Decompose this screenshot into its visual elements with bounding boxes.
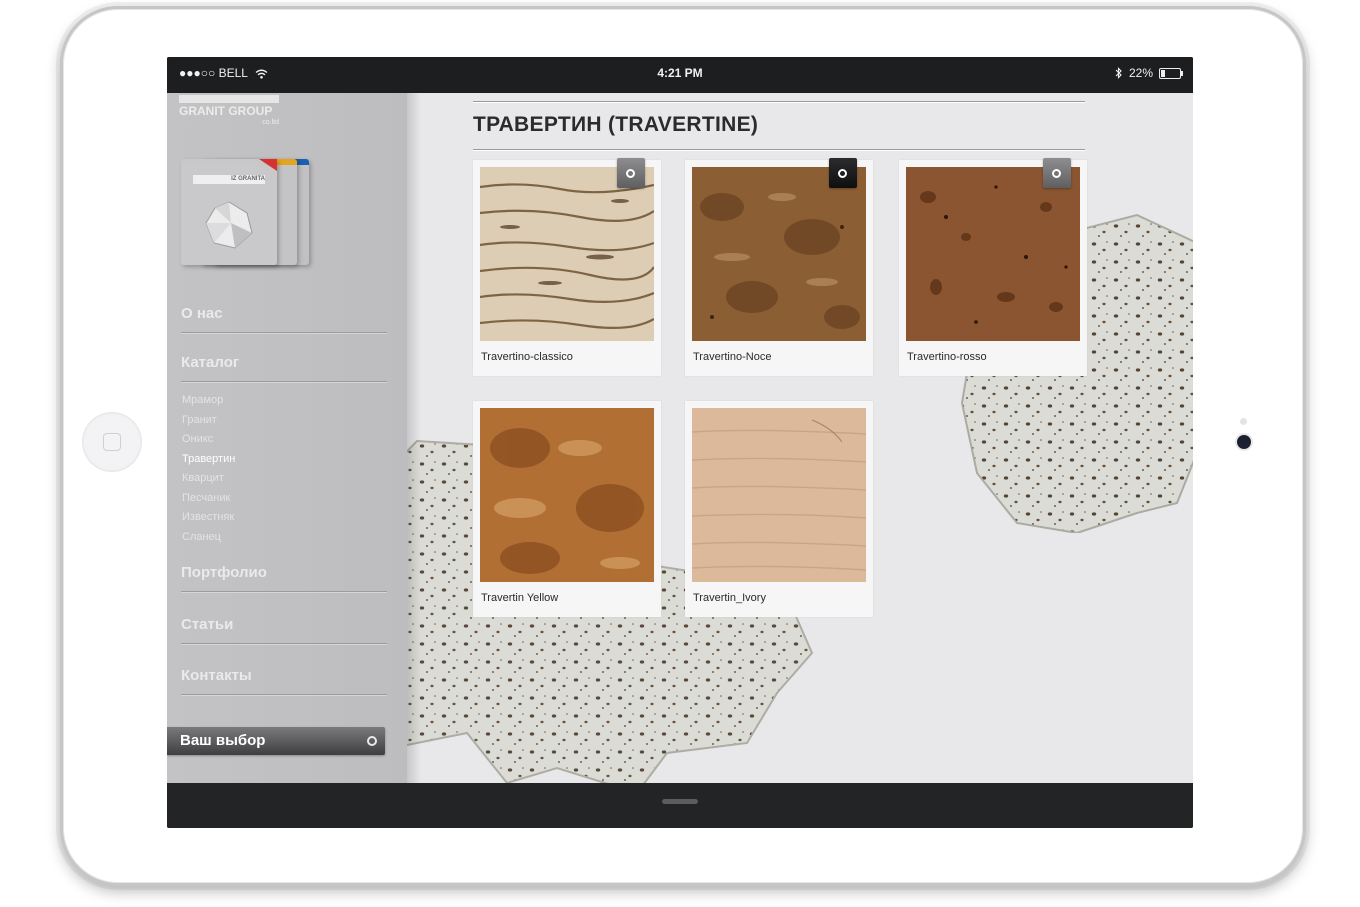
product-name: Travertin_Ivory <box>693 592 766 604</box>
subnav-item-limestone[interactable]: Известняк <box>182 508 382 528</box>
screen: ●●●○○ BELL 4:21 PM 22% GRANIT GROUP co.l… <box>167 57 1193 828</box>
subnav-item-onyx[interactable]: Оникс <box>182 430 382 450</box>
nav-divider <box>181 381 387 382</box>
product-card[interactable]: Travertino-rosso <box>899 158 1087 376</box>
your-choice-label: Ваш выбор <box>180 732 266 749</box>
catalog-book-front: IZ GRANITA <box>181 159 277 265</box>
product-image[interactable] <box>692 167 866 341</box>
home-button[interactable] <box>82 412 142 472</box>
catalog-book-label: IZ GRANITA <box>193 175 265 184</box>
bottom-toolbar <box>167 783 1193 828</box>
logo-suffix: co.ltd <box>262 119 279 126</box>
title-top-rule <box>473 101 1085 102</box>
status-bar: ●●●○○ BELL 4:21 PM 22% <box>167 57 1193 93</box>
stone-emblem-icon <box>205 201 253 249</box>
catalog-book-corner <box>259 159 277 171</box>
catalog-books-image[interactable]: IZ GRANITA <box>181 159 311 265</box>
nav-divider <box>181 694 387 695</box>
title-bottom-rule <box>473 149 1085 150</box>
nav-about[interactable]: О нас <box>181 305 387 333</box>
nav-about-label: О нас <box>181 305 223 322</box>
nav-articles-label: Статьи <box>181 616 234 633</box>
product-card[interactable]: Travertin_Ivory <box>685 401 873 617</box>
nav-portfolio-label: Портфолио <box>181 564 267 581</box>
product-name: Travertin Yellow <box>481 592 559 604</box>
nav-portfolio[interactable]: Портфолио <box>181 564 387 592</box>
nav-catalog-label: Каталог <box>181 354 240 371</box>
battery-icon <box>1159 67 1183 79</box>
product-card[interactable]: Travertin Yellow <box>473 401 661 617</box>
nav-divider <box>181 591 387 592</box>
subnav-item-sandstone[interactable]: Песчаник <box>182 489 382 509</box>
sidebar: GRANIT GROUP co.ltd IZ GRANITA О нас Кат… <box>167 93 421 783</box>
bluetooth-icon <box>1115 67 1122 79</box>
subnav-item-travertine[interactable]: Травертин <box>182 450 382 470</box>
light-sensor <box>1240 418 1247 425</box>
page-title: ТРАВЕРТИН (TRAVERTINE) <box>473 113 759 136</box>
nav-articles[interactable]: Статьи <box>181 616 387 644</box>
product-image[interactable] <box>480 167 654 341</box>
product-name: Travertino-classico <box>481 351 573 363</box>
product-card[interactable]: Travertino-classico <box>473 158 661 376</box>
product-card[interactable]: Travertino-Noce <box>685 158 873 376</box>
nav-divider <box>181 643 387 644</box>
product-name: Travertino-rosso <box>907 351 987 363</box>
granit-group-logo[interactable]: GRANIT GROUP co.ltd <box>179 95 279 129</box>
select-toggle-button[interactable] <box>829 158 857 188</box>
catalog-submenu: Мрамор Гранит Оникс Травертин Кварцит Пе… <box>182 391 382 547</box>
product-name: Travertino-Noce <box>693 351 772 363</box>
subnav-item-marble[interactable]: Мрамор <box>182 391 382 411</box>
status-time: 4:21 PM <box>657 66 703 80</box>
your-choice-button[interactable]: Ваш выбор <box>167 727 385 755</box>
battery-percent: 22% <box>1128 66 1153 80</box>
product-image[interactable] <box>480 408 654 582</box>
app-area: GRANIT GROUP co.ltd IZ GRANITA О нас Кат… <box>167 93 1193 783</box>
logo-bar <box>179 95 279 103</box>
nav-contacts-label: Контакты <box>181 667 252 684</box>
subnav-item-granite[interactable]: Гранит <box>182 411 382 431</box>
select-toggle-button[interactable] <box>617 158 645 188</box>
nav-catalog[interactable]: Каталог <box>181 354 387 382</box>
product-image[interactable] <box>692 408 866 582</box>
nav-divider <box>181 332 387 333</box>
logo-name: GRANIT GROUP <box>179 104 273 118</box>
status-right: 22% <box>1115 66 1183 80</box>
front-camera <box>1237 435 1251 449</box>
ring-icon <box>367 736 377 746</box>
subnav-item-slate[interactable]: Сланец <box>182 528 382 548</box>
subnav-item-quartzite[interactable]: Кварцит <box>182 469 382 489</box>
product-image[interactable] <box>906 167 1080 341</box>
select-toggle-button[interactable] <box>1043 158 1071 188</box>
nav-contacts[interactable]: Контакты <box>181 667 387 695</box>
drag-handle[interactable] <box>662 799 698 804</box>
